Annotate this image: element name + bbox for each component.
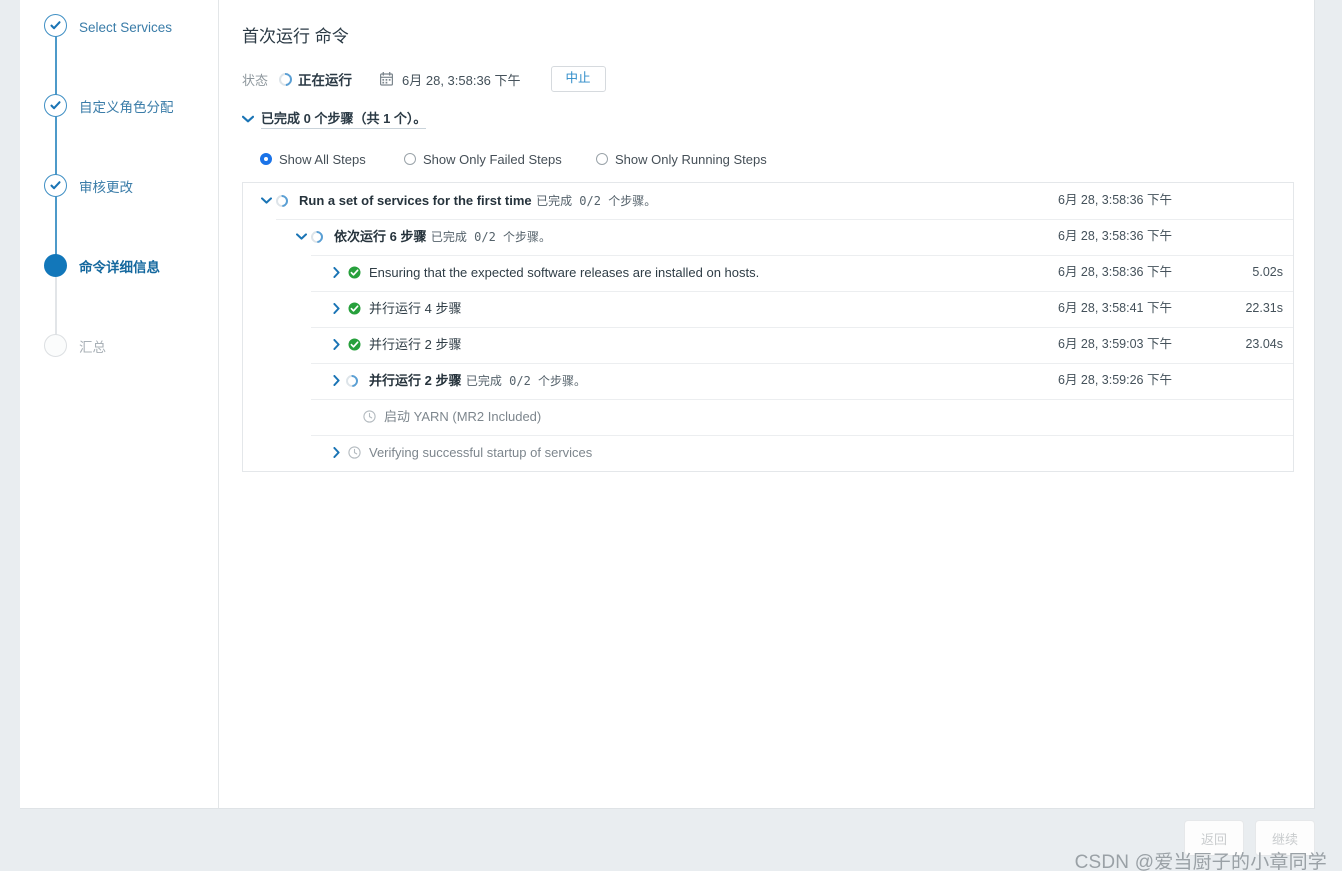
footer-bar: 返回 继续 CSDN @爱当厨子的小章同学 [0, 809, 1342, 871]
clock-icon [344, 444, 365, 461]
sidebar-item-command-details[interactable]: 命令详细信息 [20, 254, 218, 336]
table-row[interactable]: 并行运行 2 步骤 6月 28, 3:59:03 下午 23.04s [243, 327, 1293, 363]
chevron-down-icon[interactable] [294, 228, 309, 245]
radio-dot-icon [404, 153, 416, 165]
steps-summary-text: 已完成 0 个步骤（共 1 个）。 [261, 108, 427, 129]
chevron-right-icon[interactable] [329, 264, 344, 281]
check-circle-icon [44, 14, 67, 37]
radio-label: Show Only Failed Steps [423, 151, 562, 167]
sidebar-item-label: Select Services [79, 20, 173, 35]
page-title: 首次运行 命令 [242, 27, 349, 46]
sidebar-item-label: 命令详细信息 [79, 260, 160, 275]
app-root: Select Services 自定义角色分配 审核更改 命令详细信息 汇总 首… [0, 0, 1342, 871]
spinner-icon [343, 372, 365, 389]
steps-summary-toggle[interactable]: 已完成 0 个步骤（共 1 个）。 [242, 108, 427, 129]
step-duration: 23.04s [1245, 337, 1283, 351]
step-time: 6月 28, 3:58:41 下午 [1058, 301, 1172, 315]
empty-circle-icon [44, 334, 67, 357]
step-duration: 5.02s [1252, 265, 1283, 279]
step-time: 6月 28, 3:58:36 下午 [1058, 265, 1172, 279]
abort-button[interactable]: 中止 [550, 66, 606, 92]
radio-dot-icon [596, 153, 608, 165]
filled-circle-icon [44, 254, 67, 277]
step-name: 并行运行 2 步骤 [369, 373, 462, 388]
chevron-down-icon[interactable] [259, 192, 274, 209]
radio-dot-icon [260, 153, 272, 165]
wizard-sidebar: Select Services 自定义角色分配 审核更改 命令详细信息 汇总 [20, 0, 219, 808]
step-progress: 已完成 0/2 个步骤。 [465, 374, 587, 388]
check-circle-green-icon [344, 336, 365, 353]
step-time: 6月 28, 3:58:36 下午 [1058, 193, 1172, 207]
step-time: 6月 28, 3:58:36 下午 [1058, 229, 1172, 243]
step-duration: 22.31s [1245, 301, 1283, 315]
main-panel: Select Services 自定义角色分配 审核更改 命令详细信息 汇总 首… [20, 0, 1315, 809]
chevron-right-icon[interactable] [329, 444, 344, 461]
spinner-icon [308, 228, 330, 245]
step-time: 6月 28, 3:59:03 下午 [1058, 337, 1172, 351]
watermark-text: CSDN @爱当厨子的小章同学 [1074, 852, 1327, 871]
chevron-right-icon[interactable] [329, 336, 344, 353]
command-details-content: 首次运行 命令 状态 正在运行 6月 28, 3:58:36 下午 中止 已完成… [219, 0, 1316, 808]
step-time: 6月 28, 3:59:26 下午 [1058, 373, 1172, 387]
step-name: 启动 YARN (MR2 Included) [384, 409, 542, 424]
steps-table: Run a set of services for the first time… [242, 182, 1294, 472]
sidebar-item-label: 汇总 [79, 340, 106, 355]
sidebar-item-review-changes[interactable]: 审核更改 [20, 174, 218, 256]
sidebar-item-label: 自定义角色分配 [79, 100, 174, 115]
chevron-placeholder [344, 408, 359, 425]
chevron-right-icon[interactable] [329, 372, 344, 389]
table-row[interactable]: Ensuring that the expected software rele… [243, 255, 1293, 291]
table-row[interactable]: Verifying successful startup of services [243, 435, 1293, 471]
spinner-icon [276, 69, 295, 89]
table-row[interactable]: 依次运行 6 步骤 已完成 0/2 个步骤。 6月 28, 3:58:36 下午 [243, 219, 1293, 255]
check-circle-icon [44, 94, 67, 117]
check-circle-green-icon [344, 264, 365, 281]
status-label: 状态 [242, 72, 269, 88]
radio-show-only-running-steps[interactable]: Show Only Running Steps [596, 152, 767, 167]
clock-icon [359, 408, 380, 425]
status-row: 状态 正在运行 6月 28, 3:58:36 下午 中止 [242, 66, 1294, 92]
sidebar-item-summary[interactable]: 汇总 [20, 334, 218, 416]
sidebar-item-role-assignment[interactable]: 自定义角色分配 [20, 94, 218, 176]
table-row[interactable]: 并行运行 2 步骤 已完成 0/2 个步骤。 6月 28, 3:59:26 下午 [243, 363, 1293, 399]
step-name: 依次运行 6 步骤 [334, 229, 427, 244]
sidebar-item-label: 审核更改 [79, 180, 133, 195]
radio-show-only-failed-steps[interactable]: Show Only Failed Steps [404, 152, 596, 167]
check-circle-icon [44, 174, 67, 197]
step-name: 并行运行 4 步骤 [369, 301, 462, 316]
chevron-right-icon[interactable] [329, 300, 344, 317]
radio-label: Show Only Running Steps [615, 151, 767, 167]
step-filter-radio-group: Show All Steps Show Only Failed Steps Sh… [242, 149, 1294, 169]
sidebar-item-select-services[interactable]: Select Services [20, 14, 218, 96]
chevron-down-icon [242, 115, 254, 123]
step-progress: 已完成 0/2 个步骤。 [536, 194, 657, 208]
table-row[interactable]: 并行运行 4 步骤 6月 28, 3:58:41 下午 22.31s [243, 291, 1293, 327]
step-name: Verifying successful startup of services [369, 445, 593, 460]
spinner-icon [273, 192, 295, 209]
start-time: 6月 28, 3:58:36 下午 [402, 72, 521, 88]
step-progress: 已完成 0/2 个步骤。 [430, 230, 552, 244]
calendar-icon [380, 72, 394, 86]
table-row: 启动 YARN (MR2 Included) [243, 399, 1293, 435]
status-value: 正在运行 [298, 73, 353, 88]
step-name: 并行运行 2 步骤 [369, 337, 462, 352]
radio-label: Show All Steps [279, 151, 366, 167]
radio-show-all-steps[interactable]: Show All Steps [260, 152, 404, 167]
step-name: Ensuring that the expected software rele… [369, 265, 760, 280]
check-circle-green-icon [344, 300, 365, 317]
table-row[interactable]: Run a set of services for the first time… [243, 183, 1293, 219]
step-name: Run a set of services for the first time [299, 193, 532, 208]
